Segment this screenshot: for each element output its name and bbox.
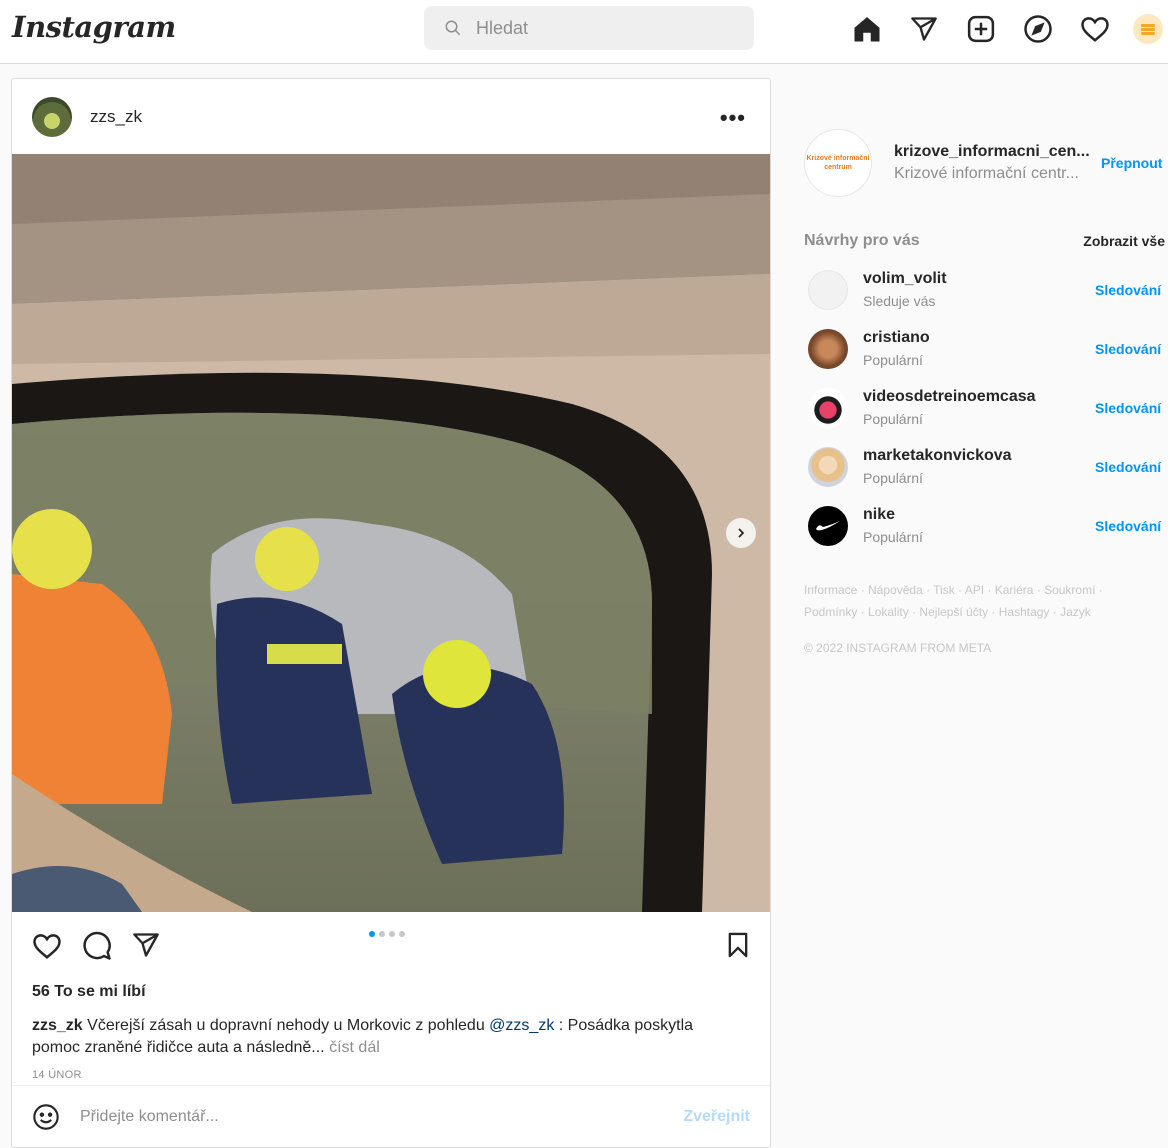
account-avatar-text: Krizové informační centrum (806, 155, 870, 171)
next-image-button[interactable] (726, 518, 756, 548)
comment-input[interactable] (80, 1107, 640, 1126)
save-icon[interactable] (724, 931, 752, 964)
suggestion-avatar[interactable] (808, 269, 848, 310)
follow-button[interactable]: Sledování (1095, 282, 1161, 298)
home-icon[interactable] (850, 12, 884, 46)
carousel-dot (399, 931, 405, 937)
profile-avatar[interactable] (1133, 14, 1163, 44)
carousel-dot (379, 931, 385, 937)
chevron-right-icon (738, 528, 745, 538)
explore-icon[interactable] (1021, 12, 1055, 46)
suggestion-item: videosdetreinoemcasa Populární Sledování (804, 378, 1168, 437)
suggestions-title: Návrhy pro vás (804, 232, 920, 249)
follow-button[interactable]: Sledování (1095, 400, 1161, 416)
more-options-icon[interactable]: ••• (720, 105, 746, 131)
post-caption: zzs_zk Včerejší zásah u dopravní nehody … (32, 1015, 742, 1059)
account-username[interactable]: krizove_informacni_cen... (894, 143, 1099, 161)
post-photo (12, 154, 770, 912)
suggestion-username[interactable]: marketakonvickova (863, 447, 1093, 465)
suggestion-avatar[interactable] (808, 328, 848, 369)
new-post-icon[interactable] (964, 12, 998, 46)
suggestion-avatar[interactable] (808, 505, 848, 546)
search-icon (445, 20, 461, 36)
current-account: Krizové informační centrum krizove_infor… (804, 128, 1168, 198)
caption-mention[interactable]: @zzs_zk (489, 1017, 554, 1034)
emoji-icon[interactable] (32, 1103, 60, 1131)
caption-text: Včerejší zásah u dopravní nehody u Morko… (87, 1017, 485, 1034)
suggestion-username[interactable]: videosdetreinoemcasa (863, 388, 1093, 406)
top-navbar: Instagram (0, 0, 1168, 64)
footer-line-2[interactable]: Podmínky · Lokality · Nejlepší účty · Ha… (804, 601, 1144, 623)
suggestion-note: Populární (863, 470, 923, 486)
suggestions-header: Návrhy pro vás Zobrazit vše (804, 232, 1168, 250)
see-all-link[interactable]: Zobrazit vše (1083, 233, 1165, 249)
suggestion-item: nike Populární Sledování (804, 496, 1168, 555)
publish-button[interactable]: Zveřejnit (683, 1108, 750, 1126)
account-name: Krizové informační centr... (894, 165, 1079, 182)
suggestion-note: Populární (863, 529, 923, 545)
comment-icon[interactable] (82, 931, 112, 966)
carousel-indicator (369, 931, 409, 937)
suggestion-avatar[interactable] (808, 446, 848, 487)
footer-links[interactable]: Informace · Nápověda · Tisk · API · Kari… (804, 579, 1144, 623)
carousel-dot (369, 931, 375, 937)
suggestion-username[interactable]: volim_volit (863, 270, 1093, 288)
suggestions-list: volim_volit Sleduje vás Sledování cristi… (804, 260, 1168, 555)
nike-swoosh-icon (816, 520, 840, 530)
suggestion-username[interactable]: cristiano (863, 329, 1093, 347)
caption-username[interactable]: zzs_zk (32, 1017, 83, 1034)
post-header: zzs_zk ••• (12, 79, 770, 155)
suggestion-item: volim_volit Sleduje vás Sledování (804, 260, 1168, 319)
post-author-avatar[interactable] (32, 97, 72, 137)
instagram-logo[interactable]: Instagram (12, 10, 176, 44)
activity-icon[interactable] (1078, 12, 1112, 46)
post-image[interactable] (12, 154, 770, 912)
follow-button[interactable]: Sledování (1095, 459, 1161, 475)
likes-count[interactable]: 56 To se mi líbí (32, 983, 146, 1001)
suggestion-username[interactable]: nike (863, 506, 1093, 524)
account-avatar[interactable]: Krizové informační centrum (804, 129, 872, 197)
comment-bar: Zveřejnit (12, 1085, 770, 1147)
suggestion-note: Populární (863, 352, 923, 368)
copyright: © 2022 INSTAGRAM FROM META (804, 641, 992, 655)
like-icon[interactable] (32, 931, 62, 966)
post-actions (12, 913, 770, 977)
read-more-link[interactable]: číst dál (329, 1039, 380, 1056)
post-author-username[interactable]: zzs_zk (90, 107, 142, 127)
search-box[interactable] (424, 6, 754, 50)
switch-account-button[interactable]: Přepnout (1101, 155, 1162, 171)
search-input[interactable] (476, 17, 716, 39)
direct-icon[interactable] (907, 12, 941, 46)
suggestion-note: Sleduje vás (863, 293, 936, 309)
share-icon[interactable] (132, 931, 160, 964)
post-card: zzs_zk ••• 56 To se mi líbí zzs_zk Včere… (11, 78, 771, 1148)
suggestion-note: Populární (863, 411, 923, 427)
sidebar: Krizové informační centrum krizove_infor… (804, 128, 1168, 655)
follow-button[interactable]: Sledování (1095, 518, 1161, 534)
carousel-dot (389, 931, 395, 937)
follow-button[interactable]: Sledování (1095, 341, 1161, 357)
suggestion-item: marketakonvickova Populární Sledování (804, 437, 1168, 496)
suggestion-item: cristiano Populární Sledování (804, 319, 1168, 378)
footer-line-1[interactable]: Informace · Nápověda · Tisk · API · Kari… (804, 579, 1144, 601)
post-date[interactable]: 14 ÚNOR (32, 1069, 82, 1081)
suggestion-avatar[interactable] (808, 387, 848, 428)
